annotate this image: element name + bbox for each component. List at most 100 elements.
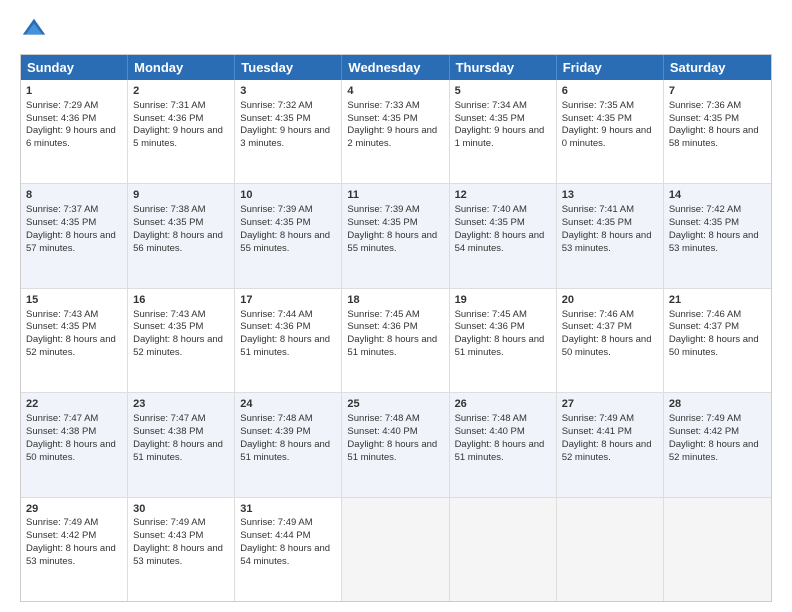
day-number: 13 bbox=[562, 188, 658, 203]
day-number: 23 bbox=[133, 397, 229, 412]
calendar-cell: 15Sunrise: 7:43 AMSunset: 4:35 PMDayligh… bbox=[21, 289, 128, 392]
day-header-wednesday: Wednesday bbox=[342, 55, 449, 80]
sunset: Sunset: 4:36 PM bbox=[133, 113, 203, 124]
header bbox=[20, 16, 772, 44]
logo bbox=[20, 16, 52, 44]
day-number: 27 bbox=[562, 397, 658, 412]
calendar-row-5: 29Sunrise: 7:49 AMSunset: 4:42 PMDayligh… bbox=[21, 498, 771, 601]
calendar-cell: 16Sunrise: 7:43 AMSunset: 4:35 PMDayligh… bbox=[128, 289, 235, 392]
calendar-cell: 20Sunrise: 7:46 AMSunset: 4:37 PMDayligh… bbox=[557, 289, 664, 392]
sunset: Sunset: 4:35 PM bbox=[669, 217, 739, 228]
sunset: Sunset: 4:44 PM bbox=[240, 530, 310, 541]
daylight: Daylight: 9 hours and 3 minutes. bbox=[240, 125, 330, 149]
calendar-cell: 18Sunrise: 7:45 AMSunset: 4:36 PMDayligh… bbox=[342, 289, 449, 392]
calendar-cell bbox=[557, 498, 664, 601]
sunrise: Sunrise: 7:48 AM bbox=[347, 413, 419, 424]
day-number: 8 bbox=[26, 188, 122, 203]
sunrise: Sunrise: 7:48 AM bbox=[240, 413, 312, 424]
sunrise: Sunrise: 7:31 AM bbox=[133, 100, 205, 111]
daylight: Daylight: 8 hours and 53 minutes. bbox=[133, 543, 223, 567]
sunset: Sunset: 4:36 PM bbox=[455, 321, 525, 332]
day-number: 28 bbox=[669, 397, 766, 412]
day-number: 31 bbox=[240, 502, 336, 517]
daylight: Daylight: 8 hours and 54 minutes. bbox=[240, 543, 330, 567]
day-number: 16 bbox=[133, 293, 229, 308]
sunrise: Sunrise: 7:29 AM bbox=[26, 100, 98, 111]
sunrise: Sunrise: 7:48 AM bbox=[455, 413, 527, 424]
sunset: Sunset: 4:35 PM bbox=[26, 321, 96, 332]
sunset: Sunset: 4:42 PM bbox=[669, 426, 739, 437]
calendar-cell: 4Sunrise: 7:33 AM Sunset: 4:35 PMDaylight… bbox=[342, 80, 449, 183]
daylight: Daylight: 8 hours and 50 minutes. bbox=[669, 334, 759, 358]
sunset: Sunset: 4:42 PM bbox=[26, 530, 96, 541]
sunrise: Sunrise: 7:42 AM bbox=[669, 204, 741, 215]
sunrise: Sunrise: 7:39 AM bbox=[240, 204, 312, 215]
calendar-cell: 17Sunrise: 7:44 AMSunset: 4:36 PMDayligh… bbox=[235, 289, 342, 392]
sunrise: Sunrise: 7:49 AM bbox=[133, 517, 205, 528]
day-number: 4 bbox=[347, 84, 443, 99]
sunset: Sunset: 4:35 PM bbox=[133, 321, 203, 332]
daylight: Daylight: 8 hours and 54 minutes. bbox=[455, 230, 545, 254]
sunset: Sunset: 4:36 PM bbox=[347, 321, 417, 332]
calendar-cell bbox=[450, 498, 557, 601]
sunset: Sunset: 4:35 PM bbox=[455, 113, 525, 124]
sunset: Sunset: 4:35 PM bbox=[347, 113, 417, 124]
calendar-cell: 2Sunrise: 7:31 AMSunset: 4:36 PMDaylight… bbox=[128, 80, 235, 183]
calendar-cell: 12Sunrise: 7:40 AMSunset: 4:35 PMDayligh… bbox=[450, 184, 557, 287]
sunset: Sunset: 4:35 PM bbox=[562, 217, 632, 228]
daylight: Daylight: 8 hours and 52 minutes. bbox=[669, 439, 759, 463]
calendar-cell: 27Sunrise: 7:49 AMSunset: 4:41 PMDayligh… bbox=[557, 393, 664, 496]
sunrise: Sunrise: 7:49 AM bbox=[240, 517, 312, 528]
sunrise: Sunrise: 7:44 AM bbox=[240, 309, 312, 320]
daylight: Daylight: 9 hours and 1 minute. bbox=[455, 125, 545, 149]
day-number: 17 bbox=[240, 293, 336, 308]
calendar-cell: 5Sunrise: 7:34 AMSunset: 4:35 PMDaylight… bbox=[450, 80, 557, 183]
daylight: Daylight: 9 hours and 2 minutes. bbox=[347, 125, 437, 149]
daylight: Daylight: 8 hours and 56 minutes. bbox=[133, 230, 223, 254]
day-number: 10 bbox=[240, 188, 336, 203]
day-number: 5 bbox=[455, 84, 551, 99]
calendar-cell: 3Sunrise: 7:32 AMSunset: 4:35 PMDaylight… bbox=[235, 80, 342, 183]
daylight: Daylight: 8 hours and 53 minutes. bbox=[562, 230, 652, 254]
sunset: Sunset: 4:43 PM bbox=[133, 530, 203, 541]
calendar-row-2: 8Sunrise: 7:37 AM Sunset: 4:35 PM Daylight… bbox=[21, 184, 771, 288]
sunset: Sunset: 4:35 PM bbox=[240, 113, 310, 124]
day-number: 22 bbox=[26, 397, 122, 412]
day-number: 3 bbox=[240, 84, 336, 99]
sunrise: Sunrise: 7:38 AM bbox=[133, 204, 205, 215]
sunrise: Sunrise: 7:49 AM bbox=[562, 413, 634, 424]
sunset: Sunset: 4:35 PM bbox=[455, 217, 525, 228]
sunset: Sunset: 4:41 PM bbox=[562, 426, 632, 437]
daylight: Daylight: 8 hours and 52 minutes. bbox=[26, 334, 116, 358]
sunrise: Sunrise: 7:36 AM bbox=[669, 100, 741, 111]
daylight: Daylight: 8 hours and 55 minutes. bbox=[347, 230, 437, 254]
sunrise: Sunrise: 7:33 AM bbox=[347, 100, 419, 111]
daylight: Daylight: 9 hours and 6 minutes. bbox=[26, 125, 116, 149]
calendar-row-4: 22Sunrise: 7:47 AMSunset: 4:38 PMDayligh… bbox=[21, 393, 771, 497]
day-number: 24 bbox=[240, 397, 336, 412]
calendar-cell bbox=[664, 498, 771, 601]
daylight: Daylight: 8 hours and 50 minutes. bbox=[26, 439, 116, 463]
sunrise: Sunrise: 7:43 AM bbox=[133, 309, 205, 320]
sunrise: Sunrise: 7:41 AM bbox=[562, 204, 634, 215]
day-header-monday: Monday bbox=[128, 55, 235, 80]
sunrise: Sunrise: 7:47 AM bbox=[26, 413, 98, 424]
sunset: Sunset: 4:35 PM bbox=[240, 217, 310, 228]
day-header-friday: Friday bbox=[557, 55, 664, 80]
day-number: 11 bbox=[347, 188, 443, 203]
daylight: Daylight: 8 hours and 51 minutes. bbox=[347, 439, 437, 463]
calendar-cell: 8Sunrise: 7:37 AMSunset: 4:35 PMDaylight… bbox=[21, 184, 128, 287]
sunset: Sunset: 4:40 PM bbox=[455, 426, 525, 437]
sunrise: Sunrise: 7:47 AM bbox=[133, 413, 205, 424]
sunrise: Sunrise: 7:39 AM bbox=[347, 204, 419, 215]
day-number: 12 bbox=[455, 188, 551, 203]
calendar-cell: 26Sunrise: 7:48 AMSunset: 4:40 PMDayligh… bbox=[450, 393, 557, 496]
sunrise: Sunrise: 7:37 AM bbox=[26, 204, 98, 215]
daylight: Daylight: 8 hours and 51 minutes. bbox=[240, 439, 330, 463]
day-number: 2 bbox=[133, 84, 229, 99]
calendar-cell: 10Sunrise: 7:39 AMSunset: 4:35 PMDayligh… bbox=[235, 184, 342, 287]
day-number: 1 bbox=[26, 84, 122, 99]
sunset: Sunset: 4:36 PM bbox=[26, 113, 96, 124]
sunset: Sunset: 4:37 PM bbox=[669, 321, 739, 332]
calendar-cell: 30Sunrise: 7:49 AMSunset: 4:43 PMDayligh… bbox=[128, 498, 235, 601]
